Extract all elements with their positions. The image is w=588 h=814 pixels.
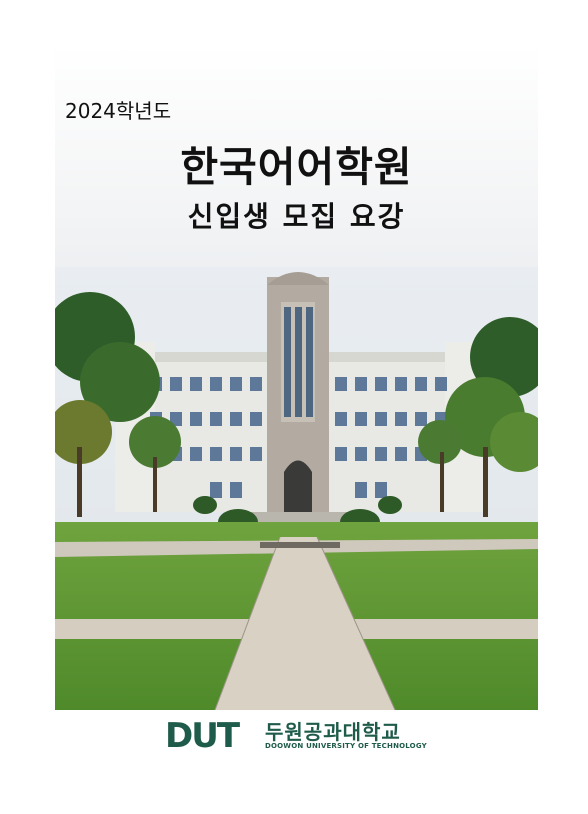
cover-page: 2024학년도 한국어어학원 신입생 모집 요강 — [55, 45, 538, 710]
dut-logo: DUT — [165, 716, 243, 752]
dut-logo-text: DUT — [165, 716, 241, 752]
page-subtitle: 신입생 모집 요강 — [187, 200, 406, 233]
page-title: 한국어어학원 — [180, 143, 413, 191]
university-name-ko: 두원공과대학교 — [265, 720, 401, 744]
university-name-en: DOOWON UNIVERSITY OF TECHNOLOGY — [265, 742, 427, 750]
campus-photo — [55, 267, 538, 710]
year-label: 2024학년도 — [65, 99, 172, 123]
footer: DUT 두원공과대학교 DOOWON UNIVERSITY OF TECHNOL… — [165, 716, 445, 756]
